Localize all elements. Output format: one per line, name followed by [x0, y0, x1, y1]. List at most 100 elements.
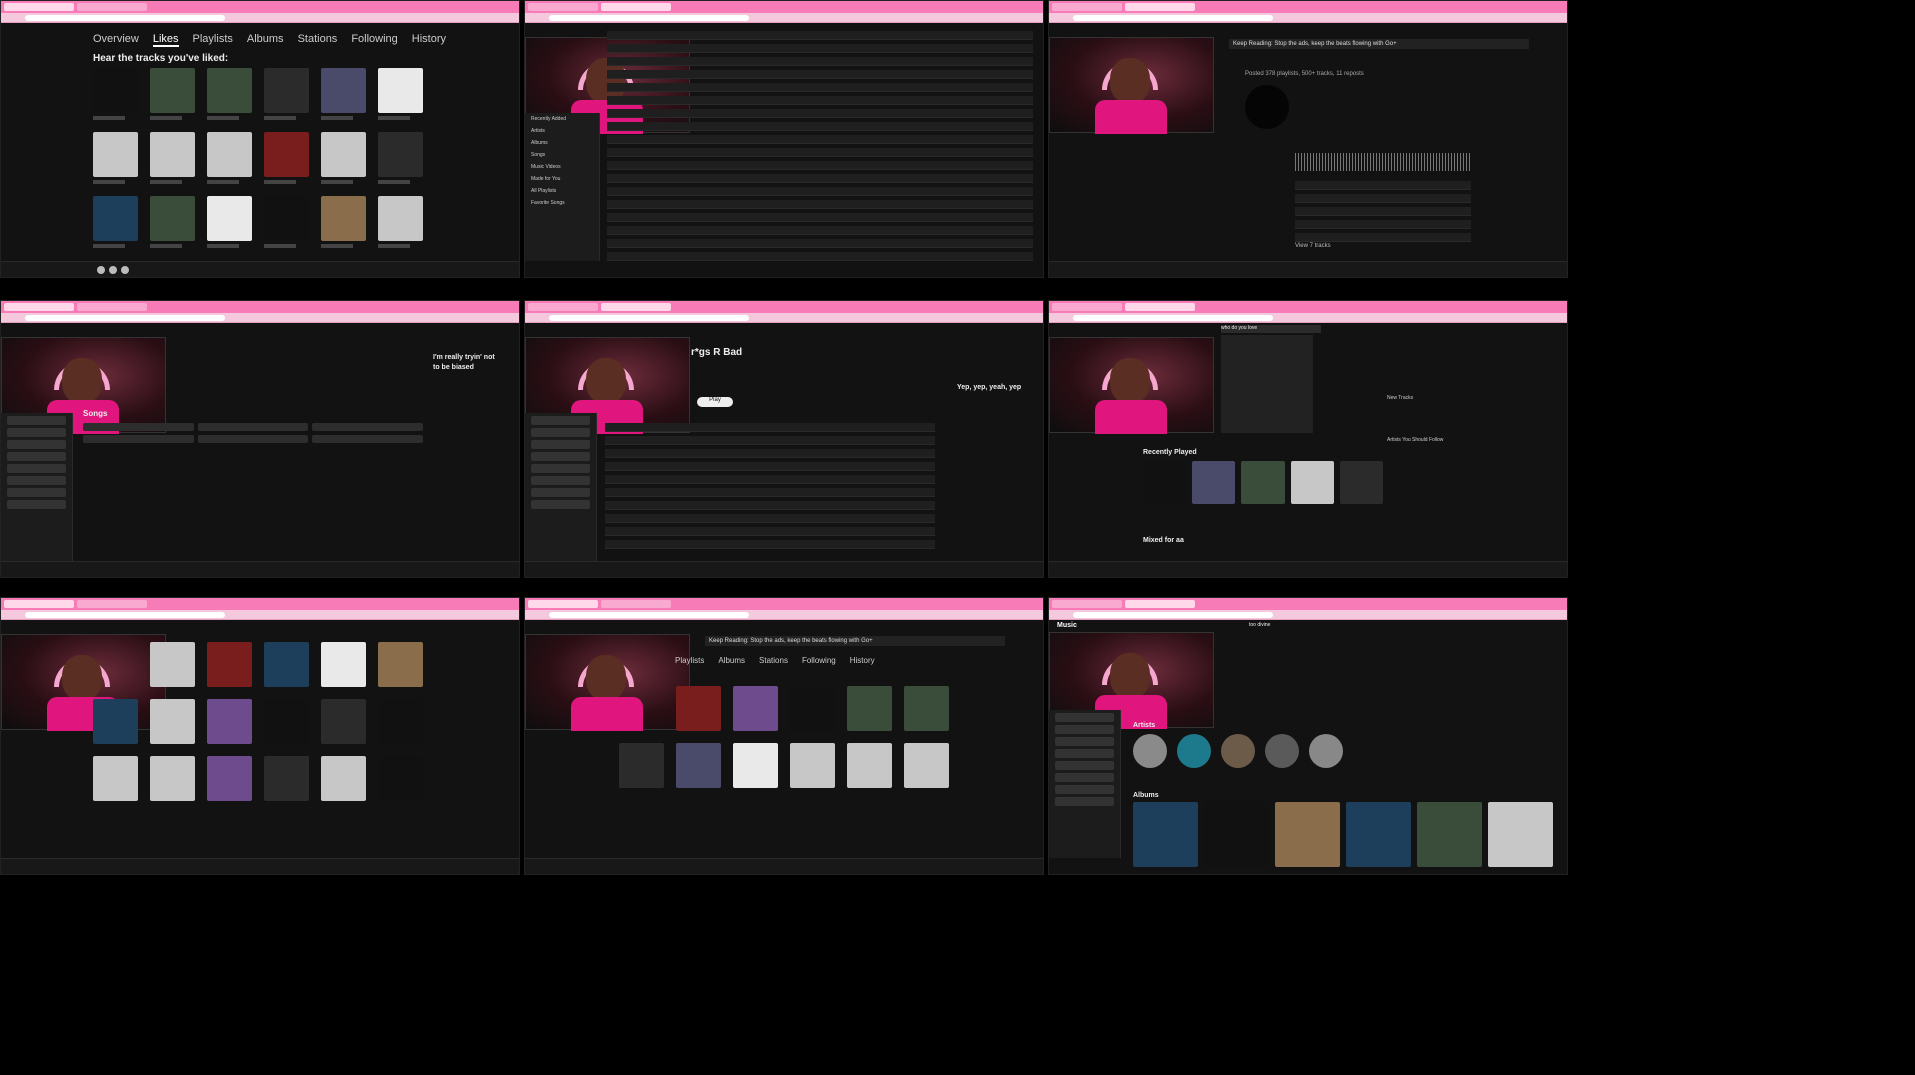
artist-avatar[interactable] — [1221, 734, 1255, 768]
track-tile[interactable] — [93, 756, 138, 801]
songs-section-title[interactable]: Songs — [83, 409, 107, 421]
play-icon[interactable] — [109, 266, 117, 274]
player-bar[interactable] — [1, 858, 519, 874]
track-tile[interactable] — [733, 743, 778, 788]
browser-tab-bar[interactable] — [1, 598, 519, 610]
track-tile[interactable] — [150, 642, 195, 687]
track-tile[interactable] — [904, 743, 949, 788]
track-tile[interactable] — [790, 743, 835, 788]
browser-tab-bar[interactable] — [525, 598, 1043, 610]
tab-albums[interactable]: Albums — [718, 656, 745, 665]
track-tile[interactable] — [378, 642, 423, 687]
artist-avatar[interactable] — [1133, 734, 1167, 768]
play-button[interactable]: Play — [697, 397, 733, 407]
table-row[interactable] — [1295, 220, 1471, 229]
list-item[interactable] — [197, 435, 309, 443]
library-nav-tabs[interactable]: Overview Likes Playlists Albums Stations… — [93, 33, 446, 47]
player-bar[interactable] — [1, 561, 519, 577]
album-tile[interactable] — [1346, 802, 1411, 867]
table-row[interactable] — [607, 57, 1033, 66]
player-bar[interactable] — [1049, 261, 1567, 277]
track-tile[interactable] — [321, 756, 366, 801]
track-tile[interactable] — [150, 68, 195, 120]
track-tile[interactable] — [321, 642, 366, 687]
track-tile[interactable] — [847, 743, 892, 788]
sidebar-item[interactable]: Artists — [531, 128, 593, 137]
track-tile[interactable] — [150, 196, 195, 248]
sidebar-item[interactable]: Favorite Songs — [531, 200, 593, 209]
track-tile[interactable] — [150, 756, 195, 801]
album-tile[interactable] — [1204, 802, 1269, 867]
list-item[interactable] — [83, 435, 194, 443]
browser-tab-bar[interactable] — [1049, 598, 1567, 610]
track-tile[interactable] — [321, 132, 366, 184]
table-row[interactable] — [607, 44, 1033, 53]
table-row[interactable] — [605, 475, 935, 484]
browser-tab-bar[interactable] — [1, 1, 519, 13]
address-bar[interactable] — [525, 610, 1043, 620]
list-item[interactable] — [83, 423, 194, 431]
track-tile[interactable] — [619, 743, 664, 788]
table-row[interactable] — [607, 109, 1033, 118]
track-tile[interactable] — [847, 686, 892, 731]
browser-tab-bar[interactable] — [525, 1, 1043, 13]
library-nav-tabs[interactable]: Playlists Albums Stations Following Hist… — [675, 656, 875, 665]
table-row[interactable] — [605, 449, 935, 458]
sidebar-item[interactable]: All Playlists — [531, 188, 593, 197]
table-row[interactable] — [1295, 233, 1471, 242]
table-row[interactable] — [605, 514, 935, 523]
tab-history[interactable]: History — [850, 656, 875, 665]
table-row[interactable] — [607, 200, 1033, 209]
track-tile[interactable] — [1192, 461, 1236, 505]
list-item[interactable] — [197, 423, 309, 431]
table-row[interactable] — [605, 423, 935, 432]
track-tile[interactable] — [676, 743, 721, 788]
tab-likes[interactable]: Likes — [152, 33, 179, 47]
address-bar[interactable] — [1, 610, 519, 620]
browser-tab-bar[interactable] — [1049, 1, 1567, 13]
sidebar-item[interactable]: Made for You — [531, 176, 593, 185]
track-tile[interactable] — [1339, 461, 1384, 505]
track-tile[interactable] — [93, 68, 138, 120]
next-icon[interactable] — [121, 266, 129, 274]
table-row[interactable] — [607, 122, 1033, 131]
artist-avatar[interactable] — [1265, 734, 1299, 768]
track-tile[interactable] — [264, 756, 309, 801]
tab-history[interactable]: History — [412, 33, 446, 47]
table-row[interactable] — [607, 174, 1033, 183]
track-tile[interactable] — [264, 699, 309, 744]
table-row[interactable] — [605, 436, 935, 445]
track-tile[interactable] — [207, 756, 252, 801]
track-tile[interactable] — [207, 642, 252, 687]
table-row[interactable] — [1295, 181, 1471, 190]
previous-icon[interactable] — [97, 266, 105, 274]
address-bar[interactable] — [525, 313, 1043, 323]
sidebar-item[interactable]: Songs — [531, 152, 593, 161]
list-item[interactable] — [312, 423, 423, 431]
address-bar[interactable] — [1, 13, 519, 23]
track-tile[interactable] — [378, 756, 423, 801]
sidebar-item[interactable]: Music Videos — [531, 164, 593, 173]
sidebar-item[interactable]: Recently Added — [531, 116, 593, 125]
track-tile[interactable] — [378, 68, 423, 120]
track-tile[interactable] — [378, 699, 423, 744]
track-tile[interactable] — [378, 132, 423, 184]
table-row[interactable] — [607, 226, 1033, 235]
table-row[interactable] — [607, 135, 1033, 144]
track-tile[interactable] — [93, 132, 138, 184]
album-tile[interactable] — [1417, 802, 1482, 867]
table-row[interactable] — [605, 540, 935, 549]
table-row[interactable] — [607, 213, 1033, 222]
track-tile[interactable] — [676, 686, 721, 731]
tab-playlists[interactable]: Playlists — [675, 656, 704, 665]
avatar[interactable] — [1245, 85, 1289, 129]
track-tile[interactable] — [321, 196, 366, 248]
album-tile[interactable] — [1488, 802, 1553, 867]
table-row[interactable] — [607, 252, 1033, 261]
player-bar[interactable] — [525, 561, 1043, 577]
list-item[interactable] — [312, 435, 423, 443]
track-tile[interactable] — [150, 132, 195, 184]
tab-following[interactable]: Following — [802, 656, 836, 665]
search-input[interactable]: who do you love — [1221, 325, 1321, 333]
track-tile[interactable] — [207, 68, 252, 120]
